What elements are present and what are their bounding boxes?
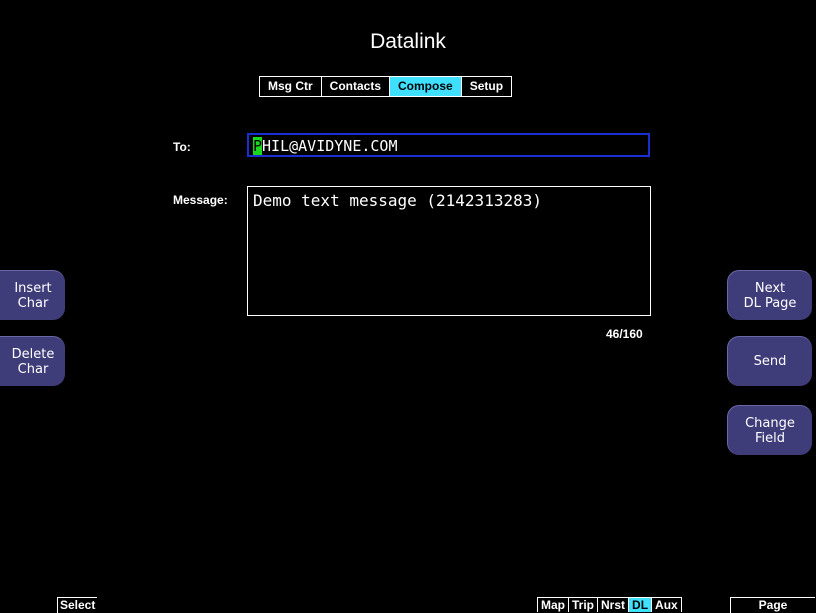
change-field-button[interactable]: Change Field: [727, 405, 812, 455]
send-label: Send: [753, 354, 787, 369]
tab-bar: Msg Ctr Contacts Compose Setup: [259, 76, 513, 97]
insert-char-label-2: Char: [17, 295, 49, 311]
select-button[interactable]: Select: [57, 597, 98, 613]
text-cursor: P: [253, 137, 263, 155]
message-field[interactable]: Demo text message (2142313283): [247, 186, 651, 316]
to-value-text: HIL@AVIDYNE.COM: [262, 137, 398, 155]
nav-aux[interactable]: Aux: [651, 597, 681, 612]
tab-contacts[interactable]: Contacts: [322, 77, 391, 96]
nav-dl[interactable]: DL: [628, 597, 652, 612]
nav-map[interactable]: Map: [537, 597, 568, 612]
next-dl-page-label-1: Next: [754, 280, 786, 296]
to-value: PHIL@AVIDYNE.COM: [253, 137, 398, 155]
change-field-label-1: Change: [745, 415, 795, 431]
tab-compose[interactable]: Compose: [390, 77, 462, 96]
next-dl-page-label-2: DL Page: [743, 295, 797, 311]
change-field-label-2: Field: [754, 430, 785, 446]
page-title: Datalink: [370, 30, 446, 53]
insert-char-label-1: Insert: [14, 280, 52, 296]
nav-nrst[interactable]: Nrst: [597, 597, 629, 612]
tab-setup[interactable]: Setup: [462, 77, 511, 96]
next-dl-page-button[interactable]: Next DL Page: [727, 270, 812, 320]
delete-char-label-2: Char: [17, 361, 49, 377]
send-button[interactable]: Send: [727, 336, 812, 386]
insert-char-button[interactable]: Insert Char: [0, 270, 65, 320]
nav-trip[interactable]: Trip: [568, 597, 598, 612]
delete-char-button[interactable]: Delete Char: [0, 336, 65, 386]
delete-char-label-1: Delete: [11, 346, 55, 362]
to-label: To:: [173, 140, 191, 154]
to-field[interactable]: PHIL@AVIDYNE.COM: [247, 133, 650, 157]
page-nav: Map Trip Nrst DL Aux: [537, 597, 682, 612]
page-button[interactable]: Page: [730, 597, 815, 613]
message-value: Demo text message (2142313283): [253, 191, 542, 210]
char-counter: 46/160: [606, 327, 643, 341]
tab-msg-ctr[interactable]: Msg Ctr: [260, 77, 322, 96]
message-label: Message:: [173, 193, 228, 207]
